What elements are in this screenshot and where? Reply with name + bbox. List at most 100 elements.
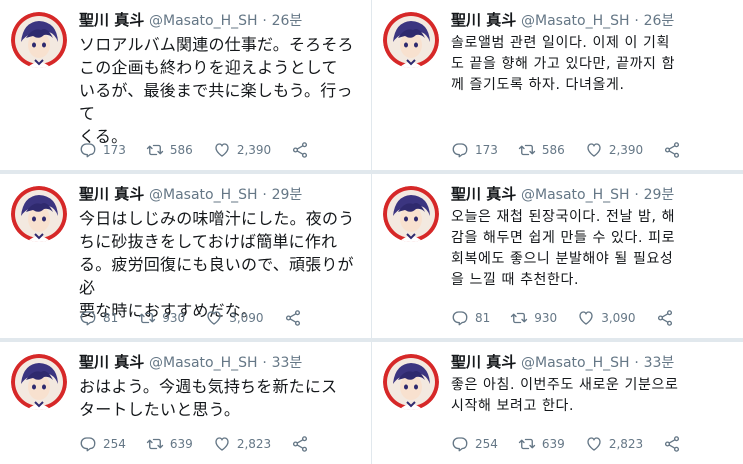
retweet-button[interactable]: 930 — [138, 309, 185, 327]
reply-count: 173 — [103, 143, 126, 157]
separator-dot: · — [262, 355, 267, 371]
retweet-button[interactable]: 930 — [510, 309, 557, 327]
timestamp[interactable]: 26분 — [644, 13, 675, 29]
reply-button[interactable]: 81 — [451, 309, 490, 327]
tweet-text: 좋은 아침. 이번주도 새로운 기분으로 시작해 보려고 한다. — [451, 377, 679, 414]
tweet-header: 聖川 真斗 @Masato_H_SH · 26분 — [451, 9, 674, 32]
like-count: 2,390 — [236, 143, 272, 157]
retweet-count: 586 — [169, 143, 193, 157]
reply-count: 173 — [475, 143, 498, 157]
reply-button[interactable]: 254 — [451, 435, 498, 453]
tweet-header: 聖川 真斗 @Masato_H_SH · 29분 — [79, 183, 302, 206]
share-icon — [293, 142, 308, 158]
reply-count: 254 — [475, 437, 498, 451]
share-icon — [657, 310, 672, 326]
avatar[interactable] — [11, 12, 67, 68]
timestamp[interactable]: 26분 — [272, 13, 303, 29]
timestamp[interactable]: 29분 — [644, 187, 675, 203]
timestamp[interactable]: 33분 — [644, 355, 675, 371]
share-button[interactable] — [656, 309, 674, 327]
separator-dot: · — [262, 187, 267, 203]
tweet-grid: 聖川 真斗 @Masato_H_SH · 26분 ソロアルバム関連の仕事だ。そろ… — [0, 0, 743, 464]
tweet-actions: 254 639 2,823 — [451, 434, 681, 454]
display-name[interactable]: 聖川 真斗 — [451, 185, 516, 203]
tweet-card-6[interactable]: 聖川 真斗 @Masato_H_SH · 33분 좋은 아침. 이번주도 새로운… — [372, 342, 743, 464]
tweet-actions: 81 930 3,090 — [451, 308, 674, 328]
tweet-card-2[interactable]: 聖川 真斗 @Masato_H_SH · 26분 솔로앨범 관련 일이다. 이제… — [372, 0, 743, 170]
like-button[interactable]: 2,390 — [585, 141, 643, 159]
like-count: 2,823 — [608, 437, 644, 451]
share-button[interactable] — [291, 435, 309, 453]
reply-button[interactable]: 254 — [79, 435, 126, 453]
avatar[interactable] — [383, 354, 439, 410]
retweet-count: 639 — [169, 437, 193, 451]
user-handle[interactable]: @Masato_H_SH — [149, 187, 258, 203]
avatar[interactable] — [383, 186, 439, 242]
reply-count: 81 — [103, 311, 119, 325]
reply-icon — [80, 437, 96, 452]
share-button[interactable] — [284, 309, 302, 327]
retweet-button[interactable]: 639 — [146, 435, 193, 453]
reply-button[interactable]: 173 — [451, 141, 498, 159]
reply-count: 254 — [103, 437, 126, 451]
like-button[interactable]: 3,090 — [577, 309, 636, 327]
retweet-icon — [518, 144, 536, 156]
tweet-text: 今日はしじみの味噌汁にした。夜のう ちに砂抜きをしておけば簡単に作れ る。疲労回… — [79, 209, 355, 320]
heart-icon — [207, 311, 221, 325]
tweet-actions: 173 586 2,390 — [451, 140, 681, 160]
reply-count: 81 — [475, 311, 491, 325]
like-button[interactable]: 2,823 — [585, 435, 643, 453]
like-button[interactable]: 2,390 — [213, 141, 271, 159]
timestamp[interactable]: 33분 — [272, 355, 303, 371]
share-button[interactable] — [663, 141, 681, 159]
display-name[interactable]: 聖川 真斗 — [451, 353, 516, 371]
like-button[interactable]: 3,090 — [205, 309, 264, 327]
like-count: 3,090 — [601, 311, 636, 325]
tweet-text: 솔로앨범 관련 일이다. 이제 이 기획 도 끝을 향해 가고 있다만, 끝까지… — [451, 35, 676, 93]
retweet-icon — [146, 144, 164, 156]
display-name[interactable]: 聖川 真斗 — [79, 353, 144, 371]
tweet-card-4[interactable]: 聖川 真斗 @Masato_H_SH · 29분 오늘은 재첩 된장국이다. 전… — [372, 174, 743, 338]
timestamp[interactable]: 29분 — [272, 187, 303, 203]
tweet-text: ソロアルバム関連の仕事だ。そろそろ この企画も終わりを迎えようとして いるが、最… — [79, 35, 354, 146]
reply-button[interactable]: 173 — [79, 141, 126, 159]
user-handle[interactable]: @Masato_H_SH — [521, 13, 630, 29]
tweet-header: 聖川 真斗 @Masato_H_SH · 33분 — [451, 351, 674, 374]
share-button[interactable] — [291, 141, 309, 159]
retweet-icon — [139, 312, 156, 324]
avatar[interactable] — [383, 12, 439, 68]
avatar[interactable] — [11, 186, 67, 242]
user-handle[interactable]: @Masato_H_SH — [149, 13, 258, 29]
avatar[interactable] — [11, 354, 67, 410]
share-button[interactable] — [663, 435, 681, 453]
separator-dot: · — [634, 13, 639, 29]
tweet-card-3[interactable]: 聖川 真斗 @Masato_H_SH · 29분 今日はしじみの味噌汁にした。夜… — [0, 174, 371, 338]
reply-icon — [80, 311, 96, 326]
share-icon — [293, 436, 308, 452]
user-handle[interactable]: @Masato_H_SH — [149, 355, 258, 371]
heart-icon — [579, 311, 593, 325]
retweet-count: 639 — [541, 437, 565, 451]
retweet-button[interactable]: 586 — [146, 141, 193, 159]
display-name[interactable]: 聖川 真斗 — [79, 185, 144, 203]
tweet-card-5[interactable]: 聖川 真斗 @Masato_H_SH · 33분 おはよう。今週も気持ちを新たに… — [0, 342, 371, 464]
share-icon — [665, 436, 680, 452]
user-handle[interactable]: @Masato_H_SH — [521, 355, 630, 371]
tweet-card-1[interactable]: 聖川 真斗 @Masato_H_SH · 26분 ソロアルバム関連の仕事だ。そろ… — [0, 0, 371, 170]
like-count: 3,090 — [229, 311, 264, 325]
retweet-button[interactable]: 586 — [518, 141, 565, 159]
tweet-header: 聖川 真斗 @Masato_H_SH · 26분 — [79, 9, 302, 32]
user-handle[interactable]: @Masato_H_SH — [521, 187, 630, 203]
reply-icon — [452, 311, 468, 326]
retweet-count: 586 — [541, 143, 565, 157]
tweet-text: 오늘은 재첩 된장국이다. 전날 밤, 해 감을 해두면 쉽게 만들 수 있다.… — [451, 209, 676, 288]
like-button[interactable]: 2,823 — [213, 435, 271, 453]
display-name[interactable]: 聖川 真斗 — [451, 11, 516, 29]
display-name[interactable]: 聖川 真斗 — [79, 11, 144, 29]
tweet-text: おはよう。今週も気持ちを新たにス タートしたいと思う。 — [79, 377, 338, 419]
retweet-count: 930 — [162, 311, 186, 325]
tweet-header: 聖川 真斗 @Masato_H_SH · 29분 — [451, 183, 674, 206]
reply-button[interactable]: 81 — [79, 309, 118, 327]
retweet-icon — [146, 438, 164, 450]
retweet-button[interactable]: 639 — [518, 435, 565, 453]
